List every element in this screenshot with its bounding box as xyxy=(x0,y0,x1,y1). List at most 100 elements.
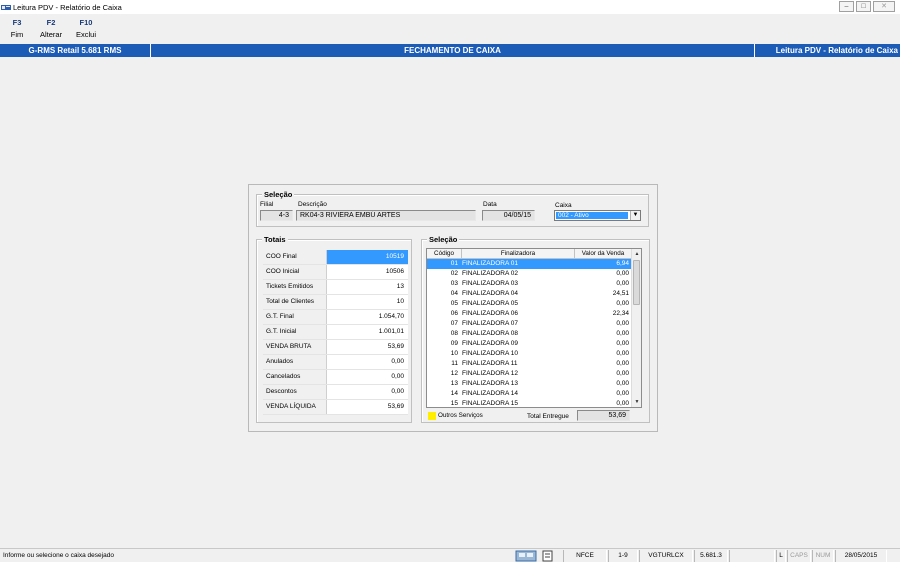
table-row[interactable]: 01 FINALIZADORA 01 6,94 xyxy=(427,259,632,269)
vertical-scrollbar[interactable]: ▲ ▼ xyxy=(631,249,641,407)
table-row[interactable]: 12 FINALIZADORA 12 0,00 xyxy=(427,369,632,379)
totais-row[interactable]: Total de Clientes 10 xyxy=(263,295,408,310)
totais-row[interactable]: VENDA BRUTA 53,69 xyxy=(263,340,408,355)
cell-codigo: 14 xyxy=(450,390,458,397)
fim-button[interactable]: F3 Fim xyxy=(10,18,24,39)
cell-valor: 0,00 xyxy=(616,390,629,397)
exclui-label: Exclui xyxy=(75,30,96,39)
column-header-finalizadora[interactable]: Finalizadora xyxy=(462,249,575,259)
table-row[interactable]: 09 FINALIZADORA 09 0,00 xyxy=(427,339,632,349)
totais-row-label: COO Inicial xyxy=(263,265,327,279)
alterar-key: F2 xyxy=(46,18,56,27)
fim-label: Fim xyxy=(10,30,24,39)
header-module: Leitura PDV - Relatório de Caixa xyxy=(775,46,898,55)
status-version: 5.681.3 xyxy=(694,550,728,562)
status-caps: CAPS xyxy=(787,550,811,562)
cell-finalizadora: FINALIZADORA 01 xyxy=(462,260,518,267)
status-program: VGTURLCX xyxy=(639,550,693,562)
header-screen-title: FECHAMENTO DE CAIXA xyxy=(404,46,501,55)
filial-field: 4-3 xyxy=(260,210,293,221)
status-message: Informe ou selecione o caixa desejado xyxy=(3,552,114,559)
caixa-select[interactable]: 002 - Ativo ▼ xyxy=(554,210,641,221)
cell-codigo: 13 xyxy=(450,380,458,387)
cell-valor: 0,00 xyxy=(616,360,629,367)
table-row[interactable]: 03 FINALIZADORA 03 0,00 xyxy=(427,279,632,289)
totais-row-label: G.T. Inicial xyxy=(263,325,327,339)
header-bar: G-RMS Retail 5.681 RMS FECHAMENTO DE CAI… xyxy=(0,44,900,57)
cell-valor: 0,00 xyxy=(616,350,629,357)
cell-codigo: 11 xyxy=(451,360,458,367)
scroll-down-icon[interactable]: ▼ xyxy=(632,397,641,407)
totais-row-value: 0,00 xyxy=(391,388,404,395)
status-nfce: NFCE xyxy=(563,550,607,562)
cell-finalizadora: FINALIZADORA 08 xyxy=(462,330,518,337)
totais-row[interactable]: COO Final 10519 xyxy=(263,250,408,265)
document-icon xyxy=(542,550,553,562)
totais-row[interactable]: VENDA LÍQUIDA 53,69 xyxy=(263,400,408,415)
close-button[interactable]: ✕ xyxy=(873,1,895,12)
exclui-button[interactable]: F10 Exclui xyxy=(75,18,97,39)
status-empty xyxy=(729,550,775,562)
cell-codigo: 03 xyxy=(450,280,458,287)
totais-row-value: 0,00 xyxy=(391,373,404,380)
total-entregue-field: 53,69 xyxy=(577,410,630,421)
app-icon xyxy=(1,4,11,11)
totais-row-value: 1.001,01 xyxy=(378,328,404,335)
totais-row[interactable]: Anulados 0,00 xyxy=(263,355,408,370)
column-header-codigo[interactable]: Código xyxy=(427,249,462,259)
cell-finalizadora: FINALIZADORA 10 xyxy=(462,350,518,357)
table-row[interactable]: 05 FINALIZADORA 05 0,00 xyxy=(427,299,632,309)
table-row[interactable]: 13 FINALIZADORA 13 0,00 xyxy=(427,379,632,389)
table-row[interactable]: 14 FINALIZADORA 14 0,00 xyxy=(427,389,632,399)
scroll-thumb[interactable] xyxy=(633,260,640,305)
cell-valor: 0,00 xyxy=(616,280,629,287)
totais-row[interactable]: COO Inicial 10506 xyxy=(263,265,408,280)
filial-label: Filial xyxy=(260,201,274,208)
scroll-up-icon[interactable]: ▲ xyxy=(632,249,641,259)
cell-finalizadora: FINALIZADORA 09 xyxy=(462,340,518,347)
cell-finalizadora: FINALIZADORA 13 xyxy=(462,380,518,387)
totais-row[interactable]: G.T. Final 1.054,70 xyxy=(263,310,408,325)
status-bar: Informe ou selecione o caixa desejado NF… xyxy=(0,548,900,562)
cell-valor: 0,00 xyxy=(616,320,629,327)
cell-valor: 0,00 xyxy=(616,380,629,387)
totais-title: Totais xyxy=(262,235,288,244)
cell-finalizadora: FINALIZADORA 06 xyxy=(462,310,518,317)
table-row[interactable]: 06 FINALIZADORA 06 22,34 xyxy=(427,309,632,319)
table-row[interactable]: 10 FINALIZADORA 10 0,00 xyxy=(427,349,632,359)
cell-codigo: 09 xyxy=(450,340,458,347)
totais-row[interactable]: Tickets Emitidos 13 xyxy=(263,280,408,295)
table-row[interactable]: 11 FINALIZADORA 11 0,00 xyxy=(427,359,632,369)
totais-row[interactable]: G.T. Inicial 1.001,01 xyxy=(263,325,408,340)
caixa-select-value: 002 - Ativo xyxy=(556,212,628,219)
alterar-button[interactable]: F2 Alterar xyxy=(40,18,62,39)
legend-swatch xyxy=(428,412,436,420)
chevron-down-icon[interactable]: ▼ xyxy=(630,211,640,220)
totais-row-label: VENDA BRUTA xyxy=(263,340,327,354)
cell-finalizadora: FINALIZADORA 14 xyxy=(462,390,518,397)
cell-finalizadora: FINALIZADORA 15 xyxy=(462,400,518,407)
cell-codigo: 12 xyxy=(450,370,458,377)
finalizadora-table[interactable]: Código Finalizadora Valor da Venda 01 FIN… xyxy=(426,248,642,408)
total-entregue-label: Total Entregue xyxy=(527,413,569,420)
cell-finalizadora: FINALIZADORA 11 xyxy=(462,360,518,367)
cell-codigo: 05 xyxy=(450,300,458,307)
table-row[interactable]: 15 FINALIZADORA 15 0,00 xyxy=(427,399,632,407)
table-row[interactable]: 04 FINALIZADORA 04 24,51 xyxy=(427,289,632,299)
maximize-button[interactable]: □ xyxy=(856,1,871,12)
minimize-button[interactable]: – xyxy=(839,1,854,12)
table-row[interactable]: 08 FINALIZADORA 08 0,00 xyxy=(427,329,632,339)
totais-row-value: 10506 xyxy=(385,268,404,275)
table-row[interactable]: 07 FINALIZADORA 07 0,00 xyxy=(427,319,632,329)
totais-row-label: VENDA LÍQUIDA xyxy=(263,400,327,414)
cell-codigo: 08 xyxy=(450,330,458,337)
column-header-valor[interactable]: Valor da Venda xyxy=(575,249,632,259)
totais-row-label: G.T. Final xyxy=(263,310,327,324)
window-title: Leitura PDV - Relatório de Caixa xyxy=(13,2,122,12)
network-icon xyxy=(515,550,537,562)
cell-codigo: 04 xyxy=(450,290,458,297)
totais-row[interactable]: Cancelados 0,00 xyxy=(263,370,408,385)
totais-row[interactable]: Descontos 0,00 xyxy=(263,385,408,400)
table-row[interactable]: 02 FINALIZADORA 02 0,00 xyxy=(427,269,632,279)
descricao-field: RK04-3 RIVIERA EMBÚ ARTES xyxy=(296,210,476,221)
